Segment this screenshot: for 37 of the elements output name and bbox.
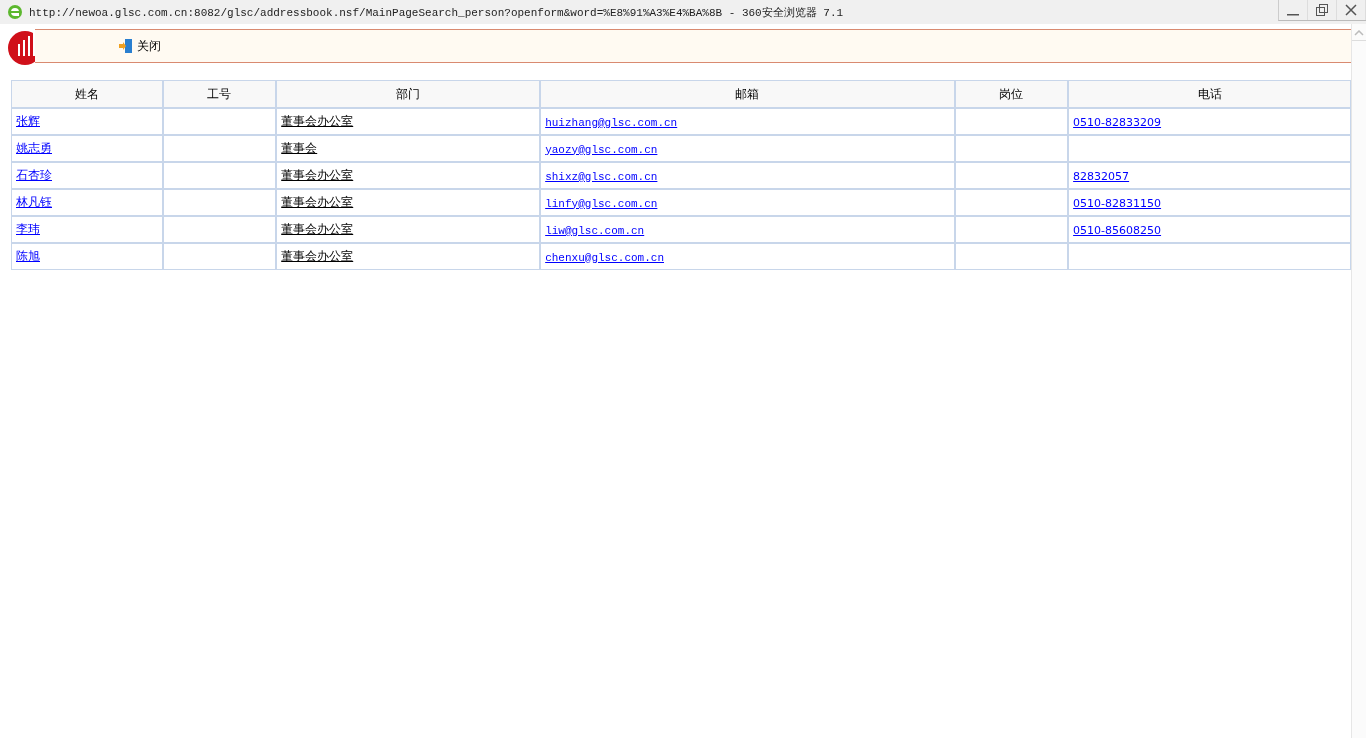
phone-link[interactable]: 82832057 xyxy=(1073,169,1130,183)
door-exit-icon xyxy=(118,38,134,54)
name-link[interactable]: 陈旭 xyxy=(16,249,40,263)
caret-up-icon xyxy=(1354,30,1364,36)
minimize-icon xyxy=(1287,13,1299,16)
name-link[interactable]: 林凡钰 xyxy=(16,195,52,209)
column-header: 姓名 xyxy=(74,86,99,101)
name-link[interactable]: 李玮 xyxy=(16,222,40,236)
department-link[interactable]: 董事会办公室 xyxy=(281,195,354,209)
department-link[interactable]: 董事会办公室 xyxy=(281,114,354,128)
column-header: 部门 xyxy=(396,86,421,101)
window-title: http://newoa.glsc.com.cn:8082/glsc/addressbook.nsf/MainPageSearch_person?openform&word=%E8%91%A3%E4%BA%8B - 360安全浏览器 7.1 xyxy=(29,5,844,20)
close-icon xyxy=(1345,4,1357,16)
email-link[interactable]: yaozy@glsc.com.cn xyxy=(545,143,658,156)
department-link[interactable]: 董事会办公室 xyxy=(281,222,354,236)
email-link[interactable]: huizhang@glsc.com.cn xyxy=(545,116,678,129)
phone-link[interactable]: 0510-82831150 xyxy=(1073,196,1162,210)
phone-link[interactable]: 0510-82833209 xyxy=(1073,115,1162,129)
email-link[interactable]: linfy@glsc.com.cn xyxy=(545,197,658,210)
column-header: 岗位 xyxy=(999,86,1024,101)
name-link[interactable]: 张辉 xyxy=(16,114,40,128)
department-link[interactable]: 董事会办公室 xyxy=(281,249,354,263)
column-header: 电话 xyxy=(1197,86,1222,101)
column-header: 邮箱 xyxy=(735,86,760,101)
department-link[interactable]: 董事会办公室 xyxy=(281,168,354,182)
name-link[interactable]: 姚志勇 xyxy=(16,141,52,155)
browser-logo-icon xyxy=(7,4,23,20)
column-header: 工号 xyxy=(207,86,232,101)
restore-icon xyxy=(1316,4,1328,16)
phone-link[interactable]: 0510-85608250 xyxy=(1073,223,1162,237)
scrollbar[interactable] xyxy=(1351,24,1366,738)
department-link[interactable]: 董事会 xyxy=(281,141,318,155)
close-page-button[interactable]: 关闭 xyxy=(118,37,161,55)
name-link[interactable]: 石杏珍 xyxy=(16,168,52,182)
email-link[interactable]: liw@glsc.com.cn xyxy=(545,224,645,237)
email-link[interactable]: chenxu@glsc.com.cn xyxy=(545,251,664,264)
email-link[interactable]: shixz@glsc.com.cn xyxy=(545,170,658,183)
